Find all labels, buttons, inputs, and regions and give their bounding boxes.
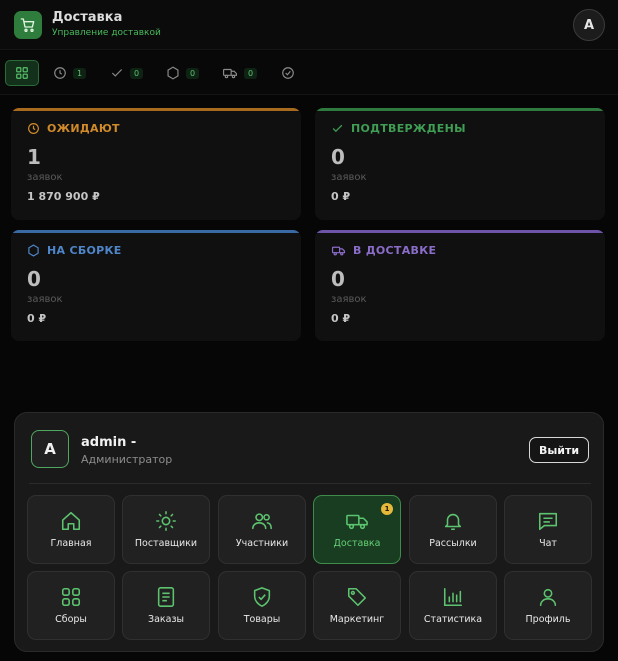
nav-label: Рассылки	[429, 538, 477, 549]
card-count: 1	[27, 145, 41, 169]
bar-chart-icon	[443, 587, 463, 607]
tab-completed[interactable]	[281, 60, 295, 86]
user-role: Администратор	[81, 453, 173, 466]
user-icon	[539, 588, 557, 607]
document-icon	[157, 587, 175, 607]
nav-label: Заказы	[147, 614, 185, 625]
clock-icon	[28, 123, 39, 134]
app-header: Доставка Управление доставкой A	[0, 0, 618, 50]
user-avatar[interactable]: A	[31, 430, 69, 468]
card-title: НА СБОРКЕ	[47, 244, 122, 257]
hexagon-icon	[167, 66, 179, 80]
notification-badge: 1	[381, 503, 393, 515]
filter-tabs: 1 0 0 0	[0, 51, 618, 95]
page-subtitle: Управление доставкой	[52, 28, 161, 38]
tab-count: 1	[73, 67, 87, 79]
nav-item-mailings[interactable]: Рассылки	[409, 495, 497, 564]
card-accent-bar	[315, 108, 605, 111]
nav-label: Доставка	[333, 538, 381, 549]
users-icon	[252, 513, 272, 530]
tag-icon	[347, 587, 367, 607]
status-card-pending[interactable]: ОЖИДАЮТ 1 заявок 1 870 900 ₽	[11, 108, 301, 220]
shield-check-icon	[253, 587, 271, 607]
nav-label: Чат	[539, 538, 557, 549]
nav-item-chat[interactable]: Чат	[504, 495, 592, 564]
nav-item-marketing[interactable]: Маркетинг	[313, 571, 401, 640]
truck-icon	[223, 68, 237, 79]
card-unit: заявок	[27, 172, 63, 183]
nav-item-home[interactable]: Главная	[27, 495, 115, 564]
nav-item-orders[interactable]: Заказы	[122, 571, 210, 640]
card-amount: 0 ₽	[331, 312, 351, 325]
card-count: 0	[27, 267, 41, 291]
grid-icon	[16, 67, 28, 79]
card-amount: 0 ₽	[331, 190, 351, 203]
card-title: В ДОСТАВКЕ	[353, 244, 437, 257]
check-icon	[111, 69, 123, 77]
card-accent-bar	[11, 230, 301, 233]
card-count: 0	[331, 145, 345, 169]
grid-icon	[61, 587, 81, 607]
nav-label: Маркетинг	[329, 614, 385, 625]
nav-item-members[interactable]: Участники	[218, 495, 306, 564]
tab-delivery[interactable]: 0	[222, 60, 258, 86]
chat-icon	[538, 512, 558, 531]
tab-all[interactable]	[5, 60, 39, 86]
card-unit: заявок	[331, 172, 367, 183]
page-title: Доставка	[52, 10, 123, 25]
tab-count: 0	[130, 67, 144, 79]
hexagon-icon	[28, 244, 39, 257]
nav-label: Статистика	[423, 614, 483, 625]
card-count: 0	[331, 267, 345, 291]
card-amount: 1 870 900 ₽	[27, 190, 100, 203]
nav-item-profile[interactable]: Профиль	[504, 571, 592, 640]
nav-item-statistics[interactable]: Статистика	[409, 571, 497, 640]
nav-item-collections[interactable]: Сборы	[27, 571, 115, 640]
card-accent-bar	[315, 230, 605, 233]
card-unit: заявок	[331, 294, 367, 305]
card-unit: заявок	[27, 294, 63, 305]
logout-button[interactable]: Выйти	[529, 437, 589, 463]
check-circle-icon	[282, 67, 294, 79]
tab-confirmed[interactable]: 0	[110, 60, 144, 86]
status-card-delivery[interactable]: В ДОСТАВКЕ 0 заявок 0 ₽	[315, 230, 605, 341]
nav-label: Профиль	[525, 614, 571, 625]
nav-item-suppliers[interactable]: Поставщики	[122, 495, 210, 564]
divider	[29, 483, 591, 484]
nav-item-products[interactable]: Товары	[218, 571, 306, 640]
truck-icon	[331, 246, 346, 256]
user-name: admin -	[81, 435, 137, 450]
cart-icon[interactable]	[14, 11, 42, 39]
nav-label: Участники	[235, 538, 289, 549]
card-accent-bar	[11, 108, 301, 111]
card-title: ПОДТВЕРЖДЕНЫ	[351, 122, 466, 135]
tab-assembly[interactable]: 0	[166, 60, 200, 86]
status-card-confirmed[interactable]: ПОДТВЕРЖДЕНЫ 0 заявок 0 ₽	[315, 108, 605, 220]
nav-label: Сборы	[55, 614, 87, 625]
sun-icon	[156, 511, 176, 531]
nav-label: Поставщики	[134, 538, 198, 549]
status-card-assembly[interactable]: НА СБОРКЕ 0 заявок 0 ₽	[11, 230, 301, 341]
nav-item-delivery[interactable]: 1 Доставка	[313, 495, 401, 564]
tab-count: 0	[244, 67, 258, 79]
nav-label: Главная	[50, 538, 92, 549]
bell-icon	[444, 513, 462, 531]
navigation-panel: A admin - Администратор Выйти Главная По…	[14, 412, 604, 652]
tab-count: 0	[186, 67, 200, 79]
tab-pending[interactable]: 1	[53, 60, 87, 86]
home-icon	[61, 511, 81, 531]
clock-icon	[54, 67, 66, 79]
check-icon	[332, 124, 343, 133]
truck-icon	[346, 514, 368, 530]
card-amount: 0 ₽	[27, 312, 47, 325]
user-avatar[interactable]: A	[573, 9, 605, 41]
card-title: ОЖИДАЮТ	[47, 122, 120, 135]
nav-label: Товары	[243, 614, 281, 625]
